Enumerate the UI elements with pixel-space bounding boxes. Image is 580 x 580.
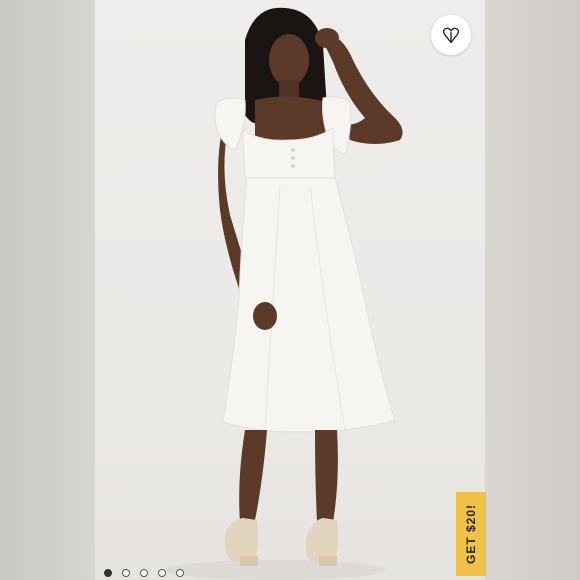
product-photo[interactable]: [95, 0, 485, 580]
carousel-dot-3[interactable]: [140, 569, 148, 577]
carousel-dot-1[interactable]: [104, 569, 112, 577]
favorite-button[interactable]: [431, 15, 471, 55]
background-right-blur: [485, 0, 580, 580]
model-illustration: [165, 7, 403, 580]
carousel-dot-5[interactable]: [176, 569, 184, 577]
background-left-blur: [0, 0, 95, 580]
promo-get-20-button[interactable]: GET $20!: [456, 492, 486, 576]
image-carousel-indicators: [104, 569, 184, 577]
promo-label: GET $20!: [464, 503, 478, 565]
carousel-dot-2[interactable]: [122, 569, 130, 577]
heart-outline-icon: [442, 27, 460, 44]
carousel-dot-4[interactable]: [158, 569, 166, 577]
